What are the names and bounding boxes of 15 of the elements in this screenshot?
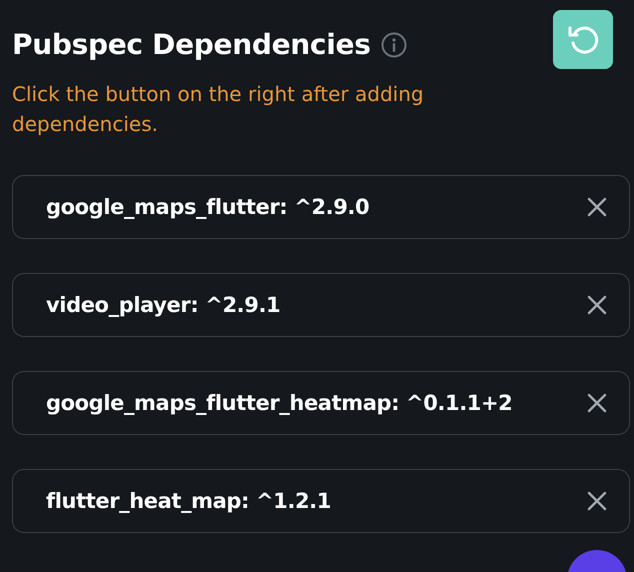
close-icon — [587, 393, 607, 413]
close-icon — [587, 491, 607, 511]
page-title: Pubspec Dependencies — [12, 28, 371, 61]
dependency-label: flutter_heat_map: ^1.2.1 — [46, 489, 331, 513]
dependency-label: google_maps_flutter: ^2.9.0 — [46, 195, 370, 219]
dependency-label: video_player: ^2.9.1 — [46, 293, 280, 317]
remove-button[interactable] — [587, 491, 607, 511]
info-icon[interactable] — [380, 32, 407, 58]
remove-button[interactable] — [587, 295, 607, 315]
remove-button[interactable] — [587, 197, 607, 217]
dependency-label: google_maps_flutter_heatmap: ^0.1.1+2 — [46, 391, 512, 415]
close-icon — [587, 197, 607, 217]
close-icon — [587, 295, 607, 315]
remove-button[interactable] — [587, 393, 607, 413]
instruction-text: Click the button on the right after adding dependencies. — [12, 81, 425, 138]
